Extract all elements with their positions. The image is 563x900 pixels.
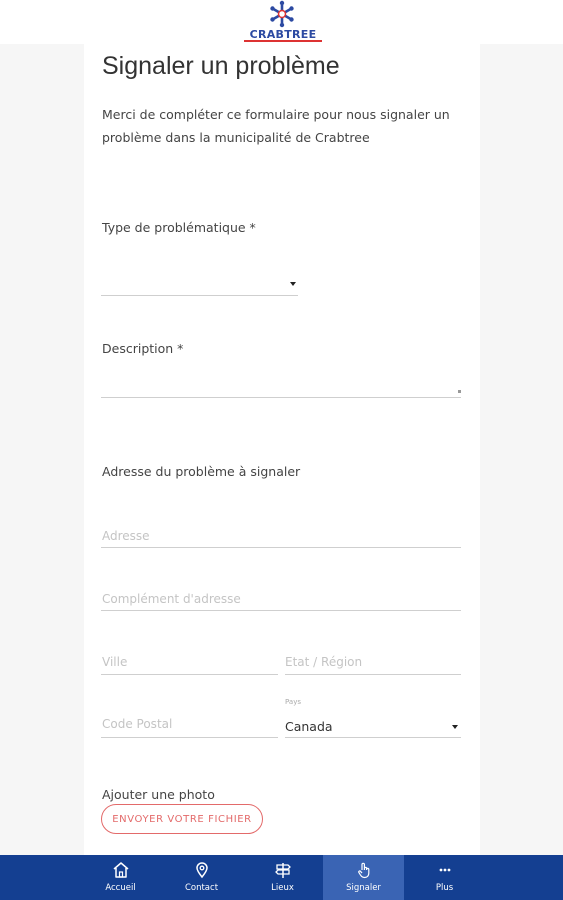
description-underline <box>101 397 461 398</box>
snowflake-logo-icon <box>269 0 294 28</box>
address-complement-input[interactable]: Complément d'adresse <box>102 592 241 606</box>
nav-label: Lieux <box>271 883 294 893</box>
intro-text: Merci de compléter ce formulaire pour no… <box>102 107 450 145</box>
address-section-label: Adresse du problème à signaler <box>102 464 301 479</box>
address-complement-underline <box>101 610 461 611</box>
nav-item-signaler[interactable]: Signaler <box>323 855 404 900</box>
city-underline <box>101 674 278 675</box>
nav-item-lieux[interactable]: Lieux <box>242 855 323 900</box>
photo-label: Ajouter une photo <box>102 787 215 802</box>
address-input[interactable]: Adresse <box>102 529 150 543</box>
hand-pointer-icon <box>354 860 374 880</box>
postal-code-input[interactable]: Code Postal <box>102 717 172 731</box>
country-underline <box>285 737 461 738</box>
resize-handle-icon[interactable] <box>458 390 461 393</box>
upload-file-button[interactable]: ENVOYER VOTRE FICHIER <box>101 804 263 834</box>
page-title: Signaler un problème <box>102 52 340 80</box>
more-icon <box>435 860 455 880</box>
nav-item-contact[interactable]: Contact <box>161 855 242 900</box>
address-underline <box>101 547 461 548</box>
nav-label: Signaler <box>346 883 381 893</box>
country-select[interactable]: Canada <box>285 719 333 734</box>
chevron-down-icon <box>452 725 458 729</box>
nav-label: Accueil <box>105 883 136 893</box>
description-label: Description * <box>102 341 184 356</box>
type-label: Type de problématique * <box>102 220 256 235</box>
nav-item-plus[interactable]: Plus <box>404 855 485 900</box>
form-card <box>84 44 480 855</box>
chevron-down-icon <box>290 282 296 286</box>
home-icon <box>111 860 131 880</box>
postal-code-underline <box>101 737 278 738</box>
signpost-icon <box>273 860 293 880</box>
description-textarea[interactable] <box>101 368 461 398</box>
nav-label: Plus <box>435 883 454 893</box>
map-pin-icon <box>192 860 212 880</box>
state-input[interactable]: Etat / Région <box>285 655 362 669</box>
type-select-underline <box>101 295 298 296</box>
logo-wordmark: CRABTREE <box>244 29 322 42</box>
nav-item-accueil[interactable]: Accueil <box>80 855 161 900</box>
bottom-nav: Accueil Contact Lieux Signaler Plus <box>0 855 563 900</box>
city-input[interactable]: Ville <box>102 655 127 669</box>
country-label: Pays <box>285 698 301 706</box>
nav-label: Contact <box>184 883 219 893</box>
type-select[interactable] <box>101 268 298 296</box>
state-underline <box>285 674 461 675</box>
